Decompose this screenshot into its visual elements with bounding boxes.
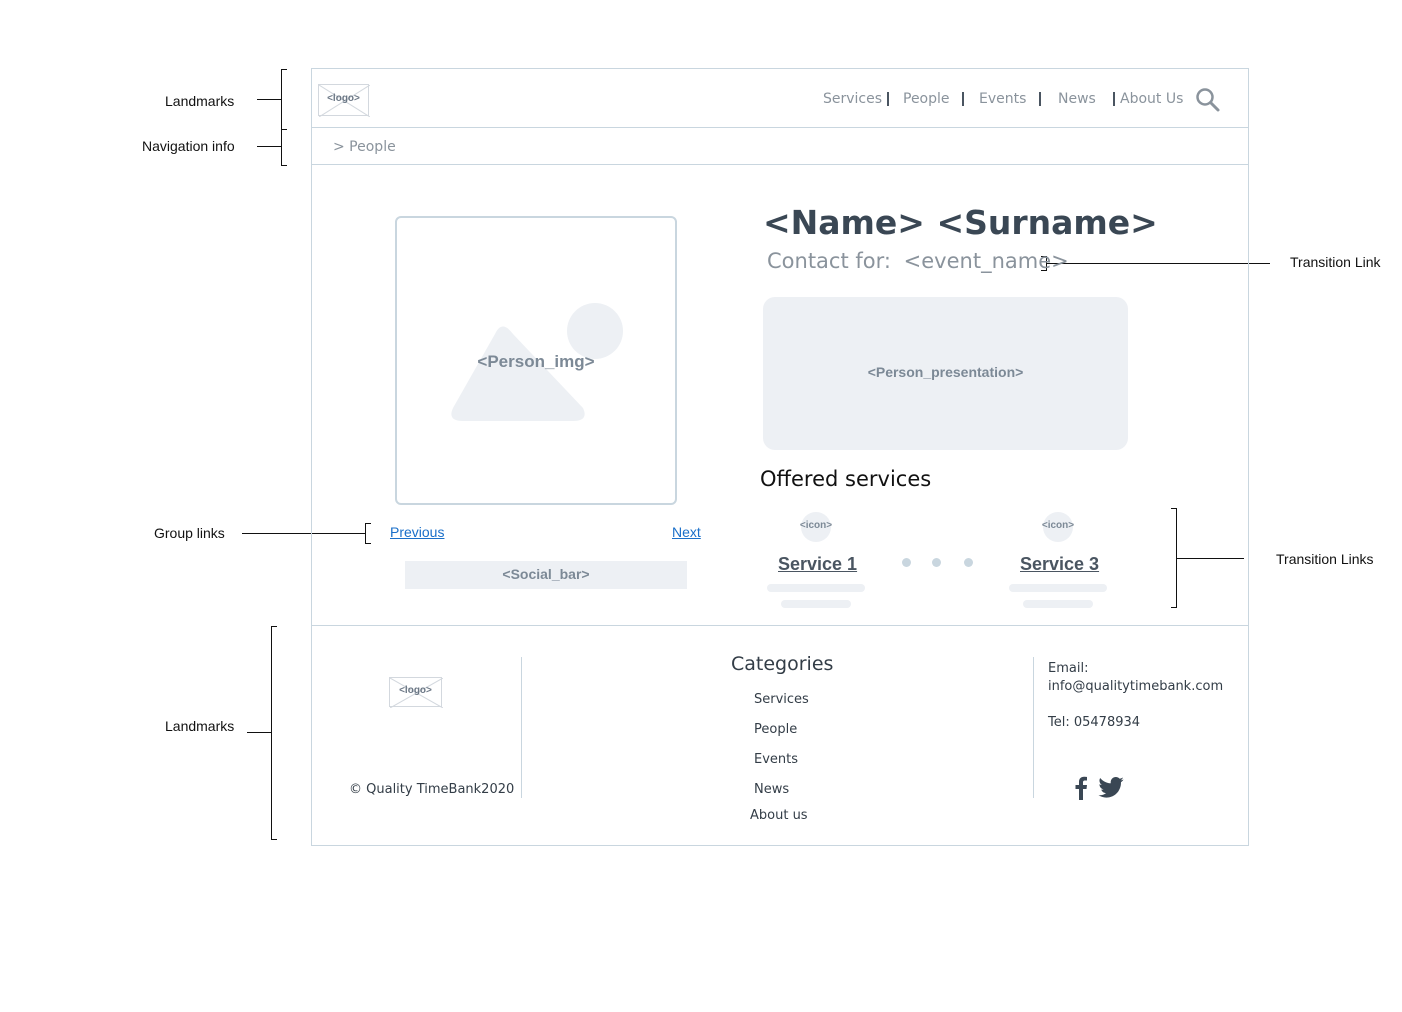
- service-description-line: [1009, 584, 1107, 592]
- annotation-transition-links: Transition Links: [1276, 551, 1374, 567]
- email-label: Email:: [1048, 661, 1089, 676]
- nav-separator: [1039, 92, 1041, 106]
- service-link-1[interactable]: Service 1: [778, 554, 857, 575]
- person-image-label: <Person_img>: [477, 352, 595, 371]
- annotation-navigation-info: Navigation info: [142, 138, 235, 154]
- next-link[interactable]: Next: [672, 524, 701, 540]
- logo-label: <logo>: [327, 93, 360, 104]
- offered-services-title: Offered services: [760, 467, 932, 491]
- nav-item-events[interactable]: Events: [979, 91, 1026, 107]
- footer-logo[interactable]: <logo>: [389, 677, 443, 708]
- header-logo[interactable]: <logo>: [318, 84, 370, 117]
- footer-column-divider: [1033, 657, 1034, 798]
- footer-column-divider: [521, 657, 522, 798]
- service-icon-label: <icon>: [1041, 520, 1075, 531]
- contact-label: Contact for:: [767, 249, 891, 273]
- event-name-link[interactable]: <event_name>: [904, 249, 1069, 273]
- nav-separator: [962, 92, 964, 106]
- nav-item-about-us[interactable]: About Us: [1120, 91, 1183, 107]
- annotation-landmarks-top: Landmarks: [165, 93, 235, 109]
- footer-link-events[interactable]: Events: [754, 752, 798, 767]
- service-link-3[interactable]: Service 3: [1020, 554, 1099, 575]
- breadcrumb-divider: [312, 164, 1249, 165]
- carousel-dot[interactable]: [964, 558, 973, 567]
- footer-link-people[interactable]: People: [754, 722, 797, 737]
- logo-label: <logo>: [399, 685, 432, 696]
- nav-separator: [887, 92, 889, 106]
- search-icon[interactable]: [1195, 87, 1221, 113]
- annotation-bracket: [281, 129, 287, 166]
- person-name: <Name> <Surname>: [763, 203, 1158, 242]
- footer-divider: [312, 625, 1249, 626]
- service-icon-label: <icon>: [799, 520, 833, 531]
- annotation-bracket: [271, 626, 277, 840]
- footer-link-services[interactable]: Services: [754, 692, 809, 707]
- header-divider: [312, 127, 1249, 128]
- annotation-connector: [257, 146, 281, 147]
- annotation-connector: [247, 732, 271, 733]
- person-presentation: <Person_presentation>: [763, 297, 1128, 450]
- previous-link[interactable]: Previous: [390, 524, 444, 540]
- service-description-line: [781, 600, 851, 608]
- nav-item-news[interactable]: News: [1058, 91, 1096, 107]
- categories-title: Categories: [731, 653, 834, 675]
- nav-item-people[interactable]: People: [903, 91, 950, 107]
- breadcrumb[interactable]: > People: [333, 139, 396, 155]
- twitter-icon[interactable]: [1098, 777, 1124, 798]
- service-icon: <icon>: [800, 512, 832, 542]
- contact-line: Contact for: <event_name>: [767, 249, 1069, 273]
- annotation-transition-link: Transition Link: [1290, 254, 1381, 270]
- email-address[interactable]: info@qualitytimebank.com: [1048, 679, 1223, 694]
- annotation-group-links: Group links: [154, 525, 225, 541]
- person-presentation-label: <Person_presentation>: [867, 364, 1024, 380]
- service-description-line: [767, 584, 865, 592]
- nav-item-services[interactable]: Services: [823, 91, 882, 107]
- footer-link-news[interactable]: News: [754, 782, 789, 797]
- service-icon: <icon>: [1042, 512, 1074, 542]
- footer-link-about-us[interactable]: About us: [750, 808, 808, 823]
- person-image: <Person_img>: [395, 216, 677, 505]
- copyright: © Quality TimeBank2020: [349, 782, 515, 797]
- annotation-bracket: [281, 69, 287, 130]
- telephone: Tel: 05478934: [1048, 715, 1141, 730]
- annotation-connector: [257, 99, 281, 100]
- carousel-dot[interactable]: [902, 558, 911, 567]
- nav-separator: [1113, 92, 1115, 106]
- annotation-landmarks-bottom: Landmarks: [165, 718, 235, 734]
- social-bar[interactable]: <Social_bar>: [405, 561, 687, 589]
- service-description-line: [1023, 600, 1093, 608]
- carousel-dot[interactable]: [932, 558, 941, 567]
- social-bar-label: <Social_bar>: [502, 566, 590, 582]
- facebook-icon[interactable]: [1074, 776, 1088, 800]
